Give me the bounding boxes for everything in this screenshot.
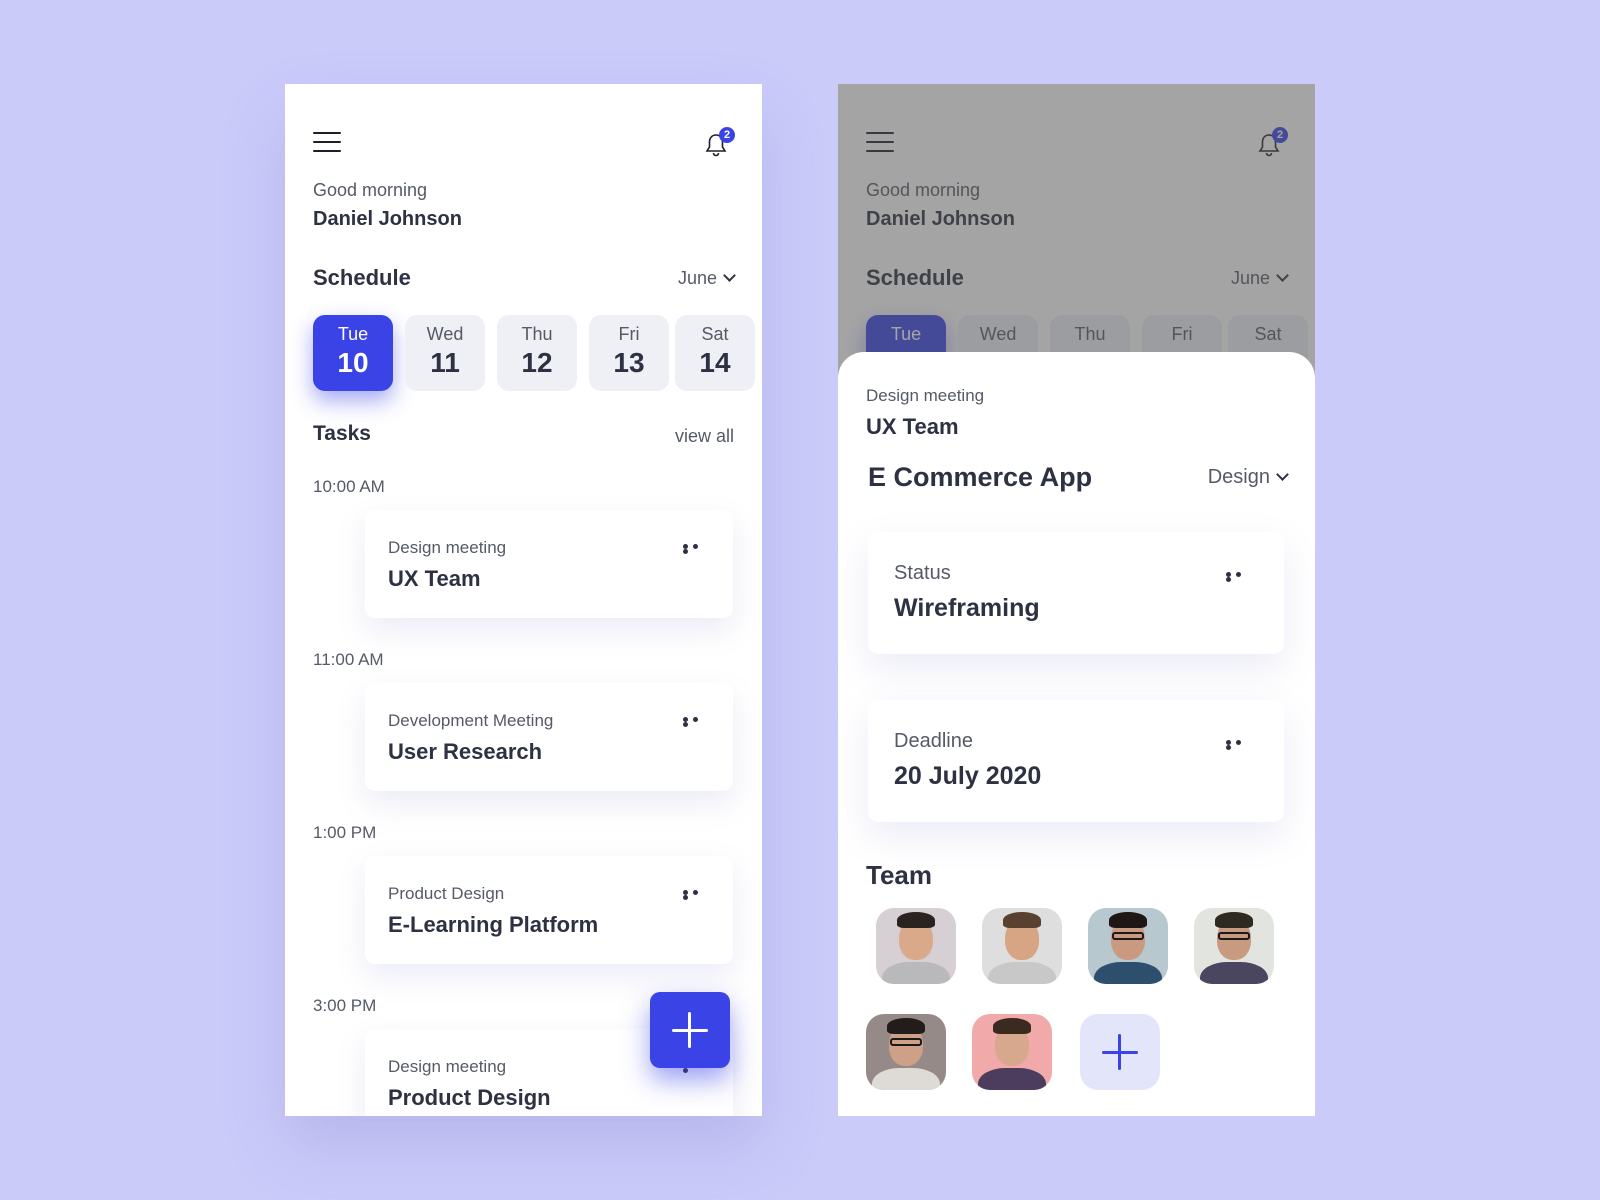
team-heading: Team xyxy=(866,860,932,890)
task-time: 1:00 PM xyxy=(313,823,377,842)
task-title: E-Learning Platform xyxy=(388,912,599,937)
day-name: Sat xyxy=(701,324,729,344)
notification-badge: 2 xyxy=(719,127,735,143)
status-card[interactable]: Status Wireframing xyxy=(868,532,1284,654)
schedule-heading: Schedule xyxy=(313,265,411,290)
task-card[interactable]: Design meeting UX Team xyxy=(365,510,733,618)
notifications-button[interactable]: 2 xyxy=(704,127,735,158)
project-filter-dropdown[interactable]: Design xyxy=(1207,466,1289,489)
day-thu[interactable]: Thu 12 xyxy=(497,315,577,391)
task-title: User Research xyxy=(388,739,543,764)
more-options-icon[interactable] xyxy=(1226,572,1254,582)
project-detail-sheet: Design meeting UX Team E Commerce App De… xyxy=(838,352,1315,1116)
greeting: Good morning xyxy=(313,180,428,200)
day-fri[interactable]: Fri 13 xyxy=(589,315,669,391)
project-detail-screen: 2 Good morning Daniel Johnson Schedule J… xyxy=(838,84,1315,1116)
day-name: Wed xyxy=(426,324,464,344)
day-wed[interactable]: Wed 11 xyxy=(405,315,485,391)
task-time: 3:00 PM xyxy=(313,996,377,1015)
day-name: Fri xyxy=(618,324,640,344)
schedule-screen: 2 Good morning Daniel Johnson Schedule J… xyxy=(285,84,762,1116)
deadline-card[interactable]: Deadline 20 July 2020 xyxy=(868,700,1284,822)
more-options-icon[interactable] xyxy=(1226,740,1254,750)
chevron-down-icon xyxy=(1276,468,1289,481)
task-category: Design meeting xyxy=(388,538,507,557)
task-category: Development Meeting xyxy=(388,711,554,730)
team-member-avatar[interactable] xyxy=(982,908,1062,984)
team-member-avatar[interactable] xyxy=(972,1014,1052,1090)
task-category: Product Design xyxy=(388,884,505,903)
add-task-button[interactable] xyxy=(650,992,730,1068)
day-date: 11 xyxy=(430,347,460,378)
deadline-value: 20 July 2020 xyxy=(894,762,1042,790)
task-time: 10:00 AM xyxy=(313,477,385,496)
task-card[interactable]: Product Design E-Learning Platform xyxy=(365,856,733,964)
more-options-icon[interactable] xyxy=(683,890,711,900)
day-name: Tue xyxy=(337,324,369,344)
project-name: E Commerce App xyxy=(868,462,1093,492)
team-member-avatar[interactable] xyxy=(1088,908,1168,984)
team-member-avatar[interactable] xyxy=(866,1014,946,1090)
status-value: Wireframing xyxy=(894,594,1040,622)
team-member-avatar[interactable] xyxy=(1194,908,1274,984)
day-name: Thu xyxy=(521,324,553,344)
more-options-icon[interactable] xyxy=(683,544,711,554)
more-options-icon[interactable] xyxy=(683,717,711,727)
month-label: June xyxy=(677,268,717,288)
user-name: Daniel Johnson xyxy=(313,208,462,230)
view-all-link[interactable]: view all xyxy=(675,426,734,447)
menu-icon[interactable] xyxy=(313,132,341,154)
day-picker: Tue 10 Wed 11 Thu 12 Fri 13 Sat 14 xyxy=(313,315,762,391)
meeting-category: Design meeting xyxy=(866,386,985,405)
day-date: 12 xyxy=(521,347,553,378)
team-member-avatar[interactable] xyxy=(876,908,956,984)
day-date: 13 xyxy=(613,347,645,378)
chevron-down-icon xyxy=(723,269,736,282)
task-category: Design meeting xyxy=(388,1057,507,1076)
month-selector[interactable]: June xyxy=(677,268,736,289)
deadline-label: Deadline xyxy=(894,730,973,752)
tasks-heading: Tasks xyxy=(313,422,371,445)
day-sat[interactable]: Sat 14 xyxy=(675,315,755,391)
meeting-title: UX Team xyxy=(866,414,959,439)
day-date: 10 xyxy=(337,347,369,378)
task-time: 11:00 AM xyxy=(313,650,384,669)
task-card[interactable]: Development Meeting User Research xyxy=(365,683,733,791)
task-title: Product Design xyxy=(388,1085,551,1110)
task-title: UX Team xyxy=(388,566,481,591)
day-tue[interactable]: Tue 10 xyxy=(313,315,393,391)
filter-label: Design xyxy=(1207,466,1270,488)
day-date: 14 xyxy=(699,347,731,378)
status-label: Status xyxy=(894,562,951,584)
add-team-member-button[interactable] xyxy=(1080,1014,1160,1090)
